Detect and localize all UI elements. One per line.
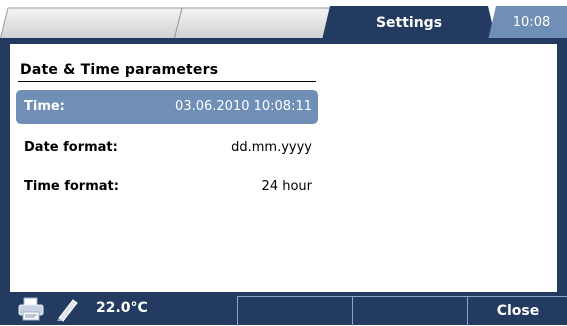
- status-bar: 22.0°C Close: [0, 292, 567, 326]
- tab-strip: Settings 10:08: [0, 0, 567, 40]
- frame-right: [557, 40, 567, 292]
- setting-label: Date format:: [24, 140, 118, 155]
- setting-label: Time:: [24, 99, 65, 114]
- setting-label: Time format:: [24, 179, 119, 194]
- clock-display: 10:08: [512, 15, 551, 30]
- close-button-label: Close: [496, 303, 540, 319]
- printer-icon: [18, 297, 44, 321]
- setting-row-date-format[interactable]: Date format: dd.mm.yyyy: [16, 131, 318, 165]
- frame-left: [0, 40, 10, 292]
- tab-settings[interactable]: Settings: [330, 6, 488, 40]
- pen-icon: [57, 299, 78, 322]
- setting-row-time[interactable]: Time: 03.06.2010 10:08:11: [16, 90, 318, 124]
- tab-1[interactable]: [10, 6, 170, 40]
- section-title: Date & Time parameters: [20, 62, 219, 78]
- tab-2[interactable]: [184, 6, 324, 40]
- softkey-1[interactable]: [237, 296, 353, 326]
- softkey-2[interactable]: [352, 296, 468, 326]
- temperature-readout: 22.0°C: [96, 300, 148, 316]
- setting-value: 03.06.2010 10:08:11: [175, 99, 312, 114]
- setting-row-time-format[interactable]: Time format: 24 hour: [16, 170, 318, 204]
- close-button[interactable]: Close: [467, 296, 567, 326]
- setting-value: 24 hour: [261, 179, 312, 194]
- section-divider: [18, 81, 316, 82]
- setting-value: dd.mm.yyyy: [231, 140, 312, 155]
- settings-panel: Date & Time parameters Time: 03.06.2010 …: [10, 44, 557, 292]
